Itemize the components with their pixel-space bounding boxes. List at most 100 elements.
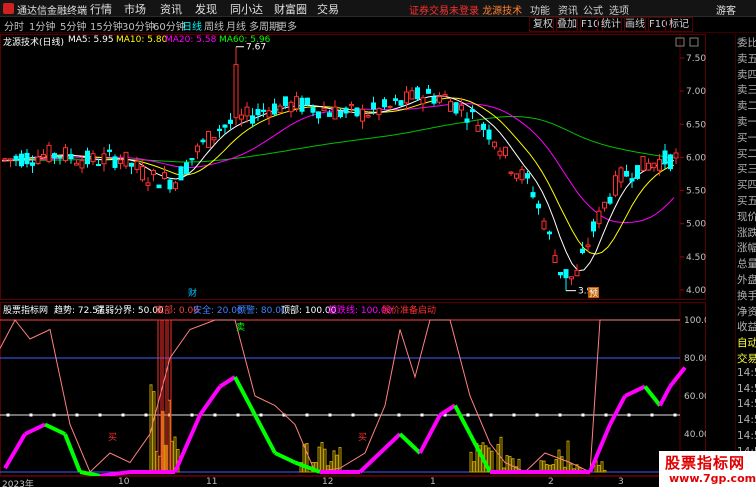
quote-panel-item[interactable]: 自动 [737, 335, 756, 350]
quote-panel-item[interactable]: 交易 [737, 351, 756, 366]
quote-panel-item: 外盘 [737, 274, 756, 286]
candle-body [255, 108, 261, 116]
candle-body [514, 173, 519, 179]
menu-zixun[interactable]: 资讯 [160, 1, 182, 17]
quote-panel-item[interactable]: 14:5 [737, 367, 756, 379]
trend-segment [173, 414, 202, 473]
price-tick-label: 5.00 [686, 220, 706, 230]
candle-body [24, 152, 30, 165]
candle-body [404, 91, 409, 104]
value-tick-label: 80.00 [684, 354, 706, 364]
candle-body [156, 184, 162, 189]
quote-panel-item[interactable]: 14:5 [737, 383, 756, 395]
candle-body [145, 182, 151, 186]
candle-body [486, 129, 492, 140]
divide-dot [397, 413, 401, 417]
quote-panel-item: 买五 [737, 195, 756, 207]
guest-label[interactable]: 游客 [716, 2, 736, 17]
divide-dot [121, 413, 125, 417]
quote-panel-item[interactable]: 14:5 [737, 430, 756, 442]
period-more[interactable]: 更多 [277, 18, 297, 33]
period-5min[interactable]: 5分钟 [60, 18, 86, 33]
candle-body [624, 170, 629, 177]
quote-panel-item[interactable]: 14:5 [737, 398, 756, 410]
price-tick-label: 7.00 [686, 87, 706, 97]
title-bar: 通达信金融终端 行情 市场 资讯 发现 同小达 财富圈 交易 证券交易未登录 龙… [0, 0, 756, 17]
period-daily[interactable]: 日线 [182, 18, 202, 33]
period-60min[interactable]: 60分钟 [153, 18, 186, 33]
price-tick-label: 4.50 [686, 253, 706, 263]
menu-jiaoyi[interactable]: 交易 [317, 1, 339, 17]
candle-body [222, 124, 228, 128]
candle-body [662, 150, 668, 165]
trend-segment [398, 432, 422, 455]
info-button[interactable]: 资讯 [558, 2, 578, 17]
candle-body [189, 158, 195, 161]
candle-body [596, 210, 602, 225]
period-monthly[interactable]: 月线 [226, 18, 246, 33]
options-button[interactable]: 选项 [609, 2, 629, 17]
candle-body [123, 151, 129, 167]
menu-tongxiaoda[interactable]: 同小达 [230, 1, 263, 17]
tool-mark[interactable]: 标记 [665, 17, 693, 32]
histogram-bar [152, 391, 156, 473]
indicator-chart[interactable]: 100.0080.0060.0040.0020.00卖买买 [0, 302, 706, 476]
period-1min[interactable]: 1分钟 [29, 18, 55, 33]
candle-body [613, 175, 618, 196]
candle-body [96, 163, 101, 166]
histogram-bar [335, 454, 339, 473]
candle-body [580, 248, 585, 254]
period-weekly[interactable]: 周线 [204, 18, 224, 33]
trend-segment [3, 432, 27, 470]
period-fenshi[interactable]: 分时 [4, 18, 24, 33]
period-30min[interactable]: 30分钟 [122, 18, 155, 33]
indicator-name: 股票指标网 [3, 306, 49, 316]
candle-body [607, 196, 613, 204]
quote-panel-item: 买二 [737, 147, 756, 160]
quote-panel-item: 净资 [737, 305, 756, 318]
candle-body [107, 149, 112, 152]
trend-segment [63, 433, 82, 473]
candle-body [294, 96, 299, 110]
candle-body [585, 244, 591, 248]
candle-body [442, 94, 448, 97]
candle-body [74, 162, 79, 166]
menu-faxian[interactable]: 发现 [195, 1, 217, 17]
candle-body [349, 103, 354, 107]
quote-panel-item[interactable]: 14:5 [737, 414, 756, 426]
quote-panel-item: 涨跌 [737, 226, 756, 239]
candle-body [393, 98, 398, 101]
candle-body [195, 145, 200, 153]
divide-dot [29, 413, 33, 417]
candle-body [112, 156, 118, 168]
histogram-bar [323, 448, 327, 473]
candle-body [475, 125, 481, 132]
period-15min[interactable]: 15分钟 [90, 18, 123, 33]
function-button[interactable]: 功能 [530, 2, 550, 17]
candle-body [602, 201, 607, 209]
candle-body [41, 153, 46, 158]
histogram-bar [557, 449, 561, 473]
candle-body [178, 166, 184, 181]
watermark: 股票指标网 www.7gp.com [659, 451, 756, 487]
formula-button[interactable]: 公式 [583, 2, 603, 17]
divide-dot [144, 413, 148, 417]
menu-hangqing[interactable]: 行情 [90, 1, 112, 17]
date-axis: 2023年 10 11 12 1 2 3 [0, 476, 706, 487]
menu-shichang[interactable]: 市场 [124, 1, 146, 17]
oversold-line [0, 319, 680, 473]
price-tick-label: 5.50 [686, 187, 706, 197]
candle-body [30, 162, 35, 166]
candle-body [261, 109, 266, 112]
ma20-label: MA20: 5.58 [165, 35, 217, 45]
kline-chart[interactable]: 7.507.006.506.005.505.004.504.007.673.99… [0, 34, 706, 300]
period-multi[interactable]: 多周期 [249, 18, 279, 33]
candle-body [651, 162, 657, 169]
login-notice[interactable]: 证券交易未登录 龙源技术 [409, 2, 522, 17]
candle-body [233, 64, 239, 119]
candle-body [530, 192, 536, 198]
menu-caifuquan[interactable]: 财富圈 [274, 1, 307, 17]
quote-panel-item: 买一 [737, 131, 756, 144]
candle-body [151, 169, 156, 176]
candle-body [640, 155, 646, 171]
